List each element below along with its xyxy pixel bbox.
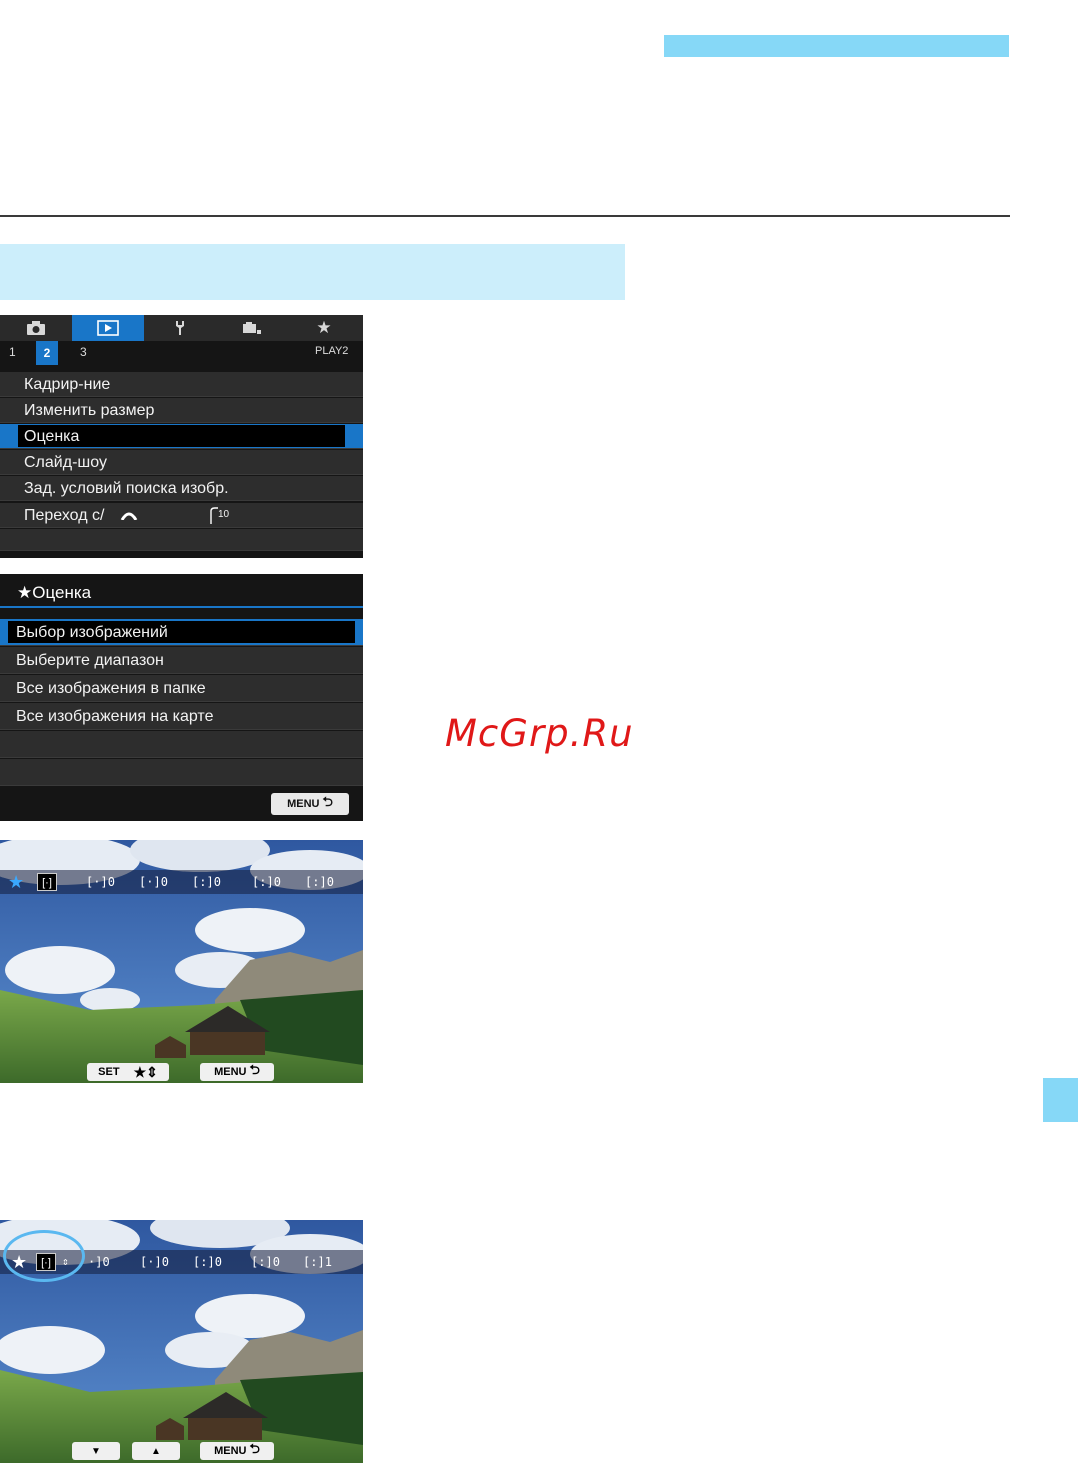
rating-menu-title: ★Оценка <box>0 574 363 608</box>
menu-item-all-in-folder[interactable]: Все изображения в папке <box>0 675 363 702</box>
menu-item-label: Выберите диапазон <box>16 652 164 669</box>
header-color-band <box>664 35 1009 57</box>
menu-back-button[interactable]: MENU ⮌ <box>200 1441 274 1460</box>
wrench-icon[interactable] <box>144 315 216 341</box>
rating-3-count: [:]0 <box>193 1255 222 1269</box>
menu-item-select-range[interactable]: Выберите диапазон <box>0 647 363 674</box>
count-value: 0 <box>326 875 334 889</box>
triangle-up-icon: ▲ <box>151 1445 161 1457</box>
horizontal-rule <box>0 215 1010 217</box>
menu-item-search-conditions[interactable]: Зад. условий поиска изобр. <box>0 476 363 501</box>
count-value: 0 <box>102 1255 110 1269</box>
menu-button-label: MENU <box>287 798 320 810</box>
menu-button-label: MENU <box>214 1445 247 1457</box>
return-icon: ⮌ <box>249 1062 260 1077</box>
count-value: 1 <box>324 1255 332 1269</box>
image-rating-screen-selected: ★ [·] ⇕ ·]0 [·]0 [:]0 [:]0 [:]1 ▼ ▲ MENU… <box>0 1220 363 1463</box>
menu-item-rating[interactable]: Оценка <box>0 424 363 449</box>
menu-item-empty <box>0 759 363 786</box>
menu-item-empty <box>0 731 363 758</box>
rating-star-icon: ★ <box>8 872 25 892</box>
count-value: 0 <box>160 875 168 889</box>
star-updown-icon: ★⇕ <box>133 1063 158 1080</box>
rating-4-count: [:]0 <box>252 875 281 889</box>
menu-button-label: MENU <box>214 1066 247 1078</box>
watermark-text: McGrp.Ru <box>445 712 634 755</box>
count-value: 0 <box>213 875 221 889</box>
highlight-circle <box>3 1230 85 1282</box>
rating-2-count: [·]0 <box>139 875 168 889</box>
menu-item-empty <box>0 529 363 551</box>
menu-item-label: Все изображения в папке <box>16 680 206 697</box>
dial-icon <box>120 512 138 520</box>
chapter-side-tab <box>1043 1078 1078 1122</box>
camera-menu-screen: ★ 1 3 PLAY2 2 Кадрир-ние Изменить размер… <box>0 315 363 558</box>
count-value: 0 <box>214 1255 222 1269</box>
section-heading-band <box>0 244 625 300</box>
return-icon: ⮌ <box>322 794 333 809</box>
menu-item-resize[interactable]: Изменить размер <box>0 398 363 423</box>
menu-back-button[interactable]: MENU ⮌ <box>200 1062 274 1081</box>
rating-4-count: [:]0 <box>251 1255 280 1269</box>
menu-item-label: Все изображения на карте <box>16 708 214 725</box>
count-value: 0 <box>272 1255 280 1269</box>
menu-item-label: Оценка <box>24 428 80 445</box>
set-label: SET <box>98 1066 120 1078</box>
menu-item-label: Зад. условий поиска изобр. <box>24 480 229 497</box>
menu-item-label: Кадрир-ние <box>24 376 111 393</box>
menu-item-slideshow[interactable]: Слайд-шоу <box>0 450 363 475</box>
menu-tab-bar: ★ <box>0 315 363 341</box>
menu-item-crop[interactable]: Кадрир-ние <box>0 372 363 397</box>
page-label: PLAY2 <box>315 345 349 357</box>
jump-count: 10 <box>218 509 230 520</box>
menu-item-label: Слайд-шоу <box>24 454 107 471</box>
set-rating-button[interactable]: SET ★⇕ <box>87 1063 169 1081</box>
rating-5-count: [:]1 <box>303 1255 332 1269</box>
count-value: 0 <box>107 875 115 889</box>
camera-icon[interactable] <box>0 315 72 341</box>
menu-item-all-on-card[interactable]: Все изображения на карте <box>0 703 363 730</box>
menu-back-button[interactable]: MENU ⮌ <box>271 793 349 815</box>
menu-item-select-images[interactable]: Выбор изображений <box>0 619 363 646</box>
rating-up-button[interactable]: ▲ <box>132 1442 180 1460</box>
star-icon[interactable]: ★ <box>288 315 360 341</box>
rating-1-count: ·]0 <box>88 1255 110 1269</box>
subtab-2[interactable]: 2 <box>36 341 58 365</box>
rating-menu-screen: ★Оценка Выбор изображений Выберите диапа… <box>0 574 363 821</box>
rating-5-count: [:]0 <box>305 875 334 889</box>
menu-item-label: Выбор изображений <box>16 624 168 641</box>
rating-2-count: [·]0 <box>140 1255 169 1269</box>
play-icon[interactable] <box>72 315 144 341</box>
rating-1-count: [·]0 <box>86 875 115 889</box>
subtab-3[interactable]: 3 <box>80 345 87 359</box>
menu-item-jump[interactable]: Переход с/ 10 <box>0 503 363 528</box>
rating-off-icon[interactable]: [·] <box>37 873 57 891</box>
menu-item-label: Изменить размер <box>24 402 155 419</box>
return-icon: ⮌ <box>249 1441 260 1456</box>
custom-icon[interactable] <box>216 315 288 341</box>
menu-item-label: Переход с/ <box>24 507 105 524</box>
rating-down-button[interactable]: ▼ <box>72 1442 120 1460</box>
triangle-down-icon: ▼ <box>91 1445 101 1457</box>
count-value: 0 <box>161 1255 169 1269</box>
jump-icon <box>210 507 218 524</box>
count-value: 0 <box>273 875 281 889</box>
rating-3-count: [:]0 <box>192 875 221 889</box>
image-rating-screen: ★ [·] [·]0 [·]0 [:]0 [:]0 [:]0 SET ★⇕ MEN… <box>0 840 363 1083</box>
subtab-1[interactable]: 1 <box>9 345 16 359</box>
